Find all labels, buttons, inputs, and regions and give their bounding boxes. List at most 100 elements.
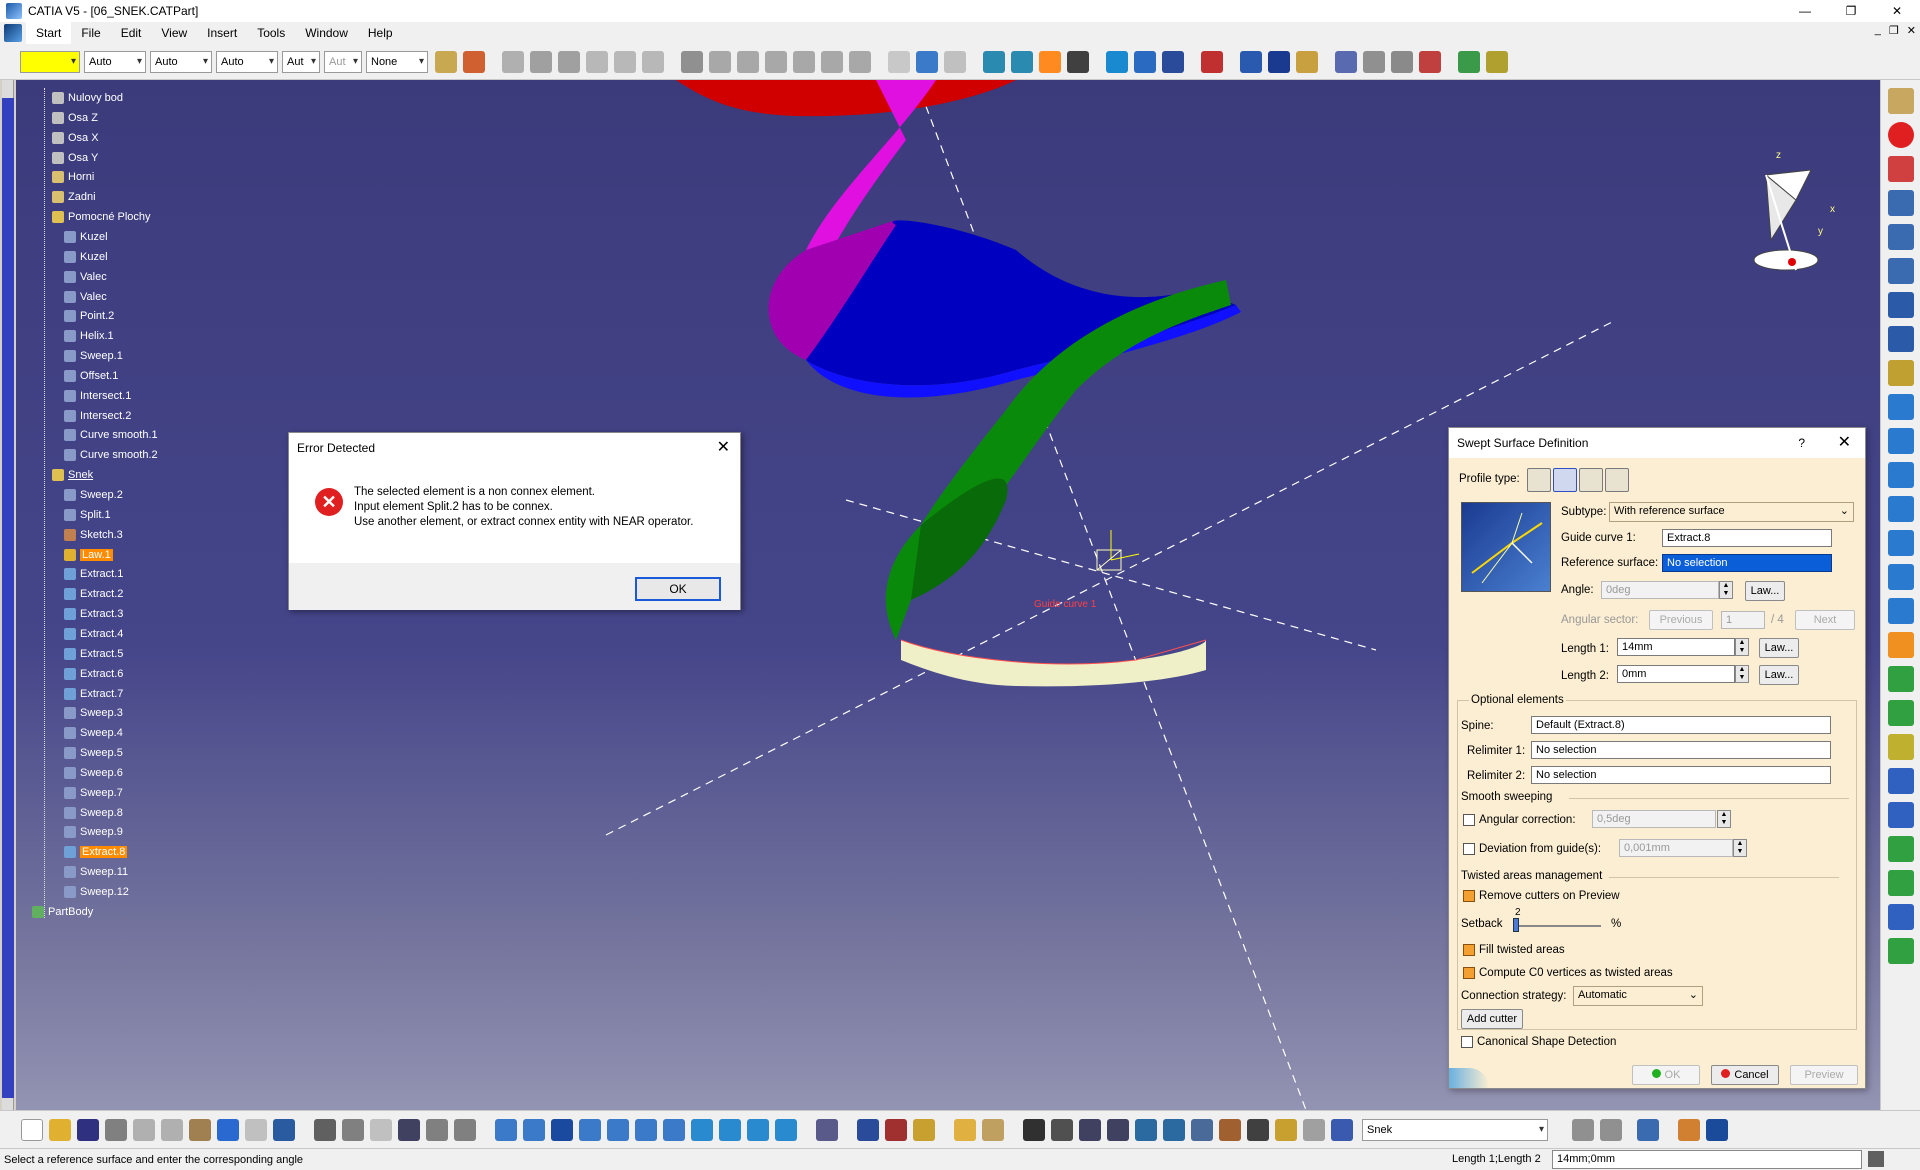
exit-workbench-icon[interactable] <box>1888 122 1914 148</box>
tree-item[interactable]: Extract.4 <box>64 627 123 640</box>
length2-spinner[interactable]: ▲ ▼ <box>1735 665 1749 683</box>
deviation-input[interactable]: 0,001mm <box>1619 839 1733 857</box>
tree-item[interactable]: Extract.7 <box>64 687 123 700</box>
snap-icon[interactable] <box>1888 224 1914 250</box>
transform-icon[interactable] <box>1201 50 1223 73</box>
tree-item[interactable]: Nulovy bod <box>52 92 123 104</box>
sweep-cancel-button[interactable]: Cancel <box>1711 1065 1779 1085</box>
connect-curve-icon[interactable] <box>1888 598 1914 624</box>
maximize-button[interactable]: ❐ <box>1828 0 1874 22</box>
work-support-icon[interactable] <box>1163 1118 1185 1141</box>
grid-icon[interactable] <box>1888 258 1914 284</box>
plane-icon[interactable] <box>709 50 731 73</box>
work-on-support-icon[interactable] <box>1135 1118 1157 1141</box>
menu-file[interactable]: File <box>71 22 110 44</box>
normal-view-icon[interactable] <box>663 1118 685 1141</box>
extrapolate-icon[interactable] <box>1240 50 1262 73</box>
cut-icon[interactable] <box>133 1118 155 1141</box>
sweep-tool-icon[interactable] <box>1039 50 1061 73</box>
tree-item[interactable]: Sweep.5 <box>64 747 123 760</box>
circle-tool-icon[interactable] <box>1888 496 1914 522</box>
manual-update-icon[interactable] <box>913 1118 935 1141</box>
guide-curve-input[interactable]: Extract.8 <box>1662 529 1832 547</box>
angular-correction-spinner[interactable]: ▲ ▼ <box>1717 810 1731 828</box>
command-box-icon[interactable] <box>1868 1151 1884 1167</box>
sweep-preview-button[interactable]: Preview <box>1790 1065 1858 1085</box>
swap-visible-space-icon[interactable] <box>816 1118 838 1141</box>
tree-item[interactable]: Sweep.3 <box>64 707 123 720</box>
print-icon[interactable] <box>105 1118 127 1141</box>
offset-icon[interactable] <box>1888 462 1914 488</box>
rotate-icon[interactable] <box>579 1118 601 1141</box>
tree-item[interactable]: Extract.8 <box>64 846 128 859</box>
save-icon[interactable] <box>77 1118 99 1141</box>
setback-slider-thumb[interactable] <box>1513 918 1519 932</box>
pattern-icon[interactable] <box>1268 50 1290 73</box>
whats-this-icon[interactable] <box>273 1118 295 1141</box>
explicit-profile-icon[interactable] <box>1527 468 1551 492</box>
intersection-icon[interactable] <box>1888 428 1914 454</box>
pan-icon[interactable] <box>551 1118 573 1141</box>
tree-item[interactable]: Sweep.7 <box>64 786 123 799</box>
length1-spinner[interactable]: ▲ ▼ <box>1735 638 1749 656</box>
tree-item[interactable]: Sweep.11 <box>64 866 128 879</box>
red-surface[interactable] <box>676 80 1016 117</box>
setback-slider-track[interactable] <box>1513 925 1601 927</box>
knowledge-inspector-icon[interactable] <box>370 1118 392 1141</box>
thickness-select[interactable]: Auto <box>150 50 212 73</box>
trim-icon[interactable] <box>1888 870 1914 896</box>
cylinder-icon[interactable] <box>1888 734 1914 760</box>
relimiter1-input[interactable]: No selection <box>1531 741 1831 759</box>
fit-all-icon[interactable] <box>523 1118 545 1141</box>
menu-window[interactable]: Window <box>295 22 358 44</box>
tree-item[interactable]: Extract.5 <box>64 647 123 660</box>
angle-spinner[interactable]: ▲ ▼ <box>1719 581 1733 599</box>
extrude-icon[interactable] <box>983 50 1005 73</box>
fill-icon[interactable] <box>1888 768 1914 794</box>
add-cutter-button[interactable]: Add cutter <box>1461 1009 1523 1029</box>
tree-item[interactable]: Snek <box>52 469 93 482</box>
sector-input[interactable]: 1 <box>1721 611 1765 629</box>
table-icon[interactable] <box>398 1118 420 1141</box>
compute-c0-checkbox[interactable] <box>1463 967 1475 979</box>
boundary-icon[interactable] <box>1067 50 1089 73</box>
boundary-tool-icon[interactable] <box>1888 904 1914 930</box>
yellow-surface[interactable] <box>901 640 1206 687</box>
angle-input[interactable]: 0deg <box>1601 581 1719 599</box>
tree-scroll-thumb[interactable] <box>2 98 14 1098</box>
compass-icon[interactable]: z x y <box>1753 150 1835 271</box>
tree-item[interactable]: Offset.1 <box>64 369 118 382</box>
painter-icon[interactable] <box>435 50 457 73</box>
connection-strategy-dropdown[interactable]: Automatic ⌄ <box>1573 986 1703 1006</box>
menu-tools[interactable]: Tools <box>247 22 295 44</box>
menu-start[interactable]: Start <box>26 22 72 44</box>
doc-minimize-button[interactable]: _ <box>1875 24 1881 37</box>
snap-to-point-icon[interactable] <box>1051 1118 1073 1141</box>
catia-v5-assistant-icon[interactable] <box>1637 1118 1659 1141</box>
stop-update-icon[interactable] <box>885 1118 907 1141</box>
close-window-button[interactable]: ✕ <box>1874 0 1920 22</box>
law-icon[interactable] <box>586 50 608 73</box>
geometrical-set-icon[interactable] <box>1331 1118 1353 1141</box>
line-tool-icon[interactable] <box>765 50 787 73</box>
corner-icon[interactable] <box>944 50 966 73</box>
tree-item[interactable]: Sweep.4 <box>64 727 123 740</box>
help-icon[interactable]: ? <box>1798 428 1805 458</box>
sketch-icon[interactable] <box>681 50 703 73</box>
deviation-spinner[interactable]: ▲ ▼ <box>1733 839 1747 857</box>
update-icon[interactable] <box>857 1118 879 1141</box>
color-select[interactable] <box>20 50 80 73</box>
length1-input[interactable]: 14mm <box>1617 638 1735 656</box>
helix-icon[interactable] <box>1888 564 1914 590</box>
fly-mode-icon[interactable] <box>495 1118 517 1141</box>
sweep-ok-button[interactable]: OK <box>1632 1065 1700 1085</box>
plane-tool-icon[interactable] <box>849 50 871 73</box>
sketcher-icon[interactable] <box>1888 88 1914 114</box>
multi-result-icon[interactable] <box>1303 1118 1325 1141</box>
measure-icon[interactable] <box>1363 50 1385 73</box>
insert-set-icon[interactable] <box>982 1118 1004 1141</box>
tree-item[interactable]: Extract.1 <box>64 568 123 581</box>
angular-correction-input[interactable]: 0,5deg <box>1592 810 1716 828</box>
sweep-close-icon[interactable]: ✕ <box>1838 428 1851 458</box>
tree-item[interactable]: Kuzel <box>64 250 108 263</box>
